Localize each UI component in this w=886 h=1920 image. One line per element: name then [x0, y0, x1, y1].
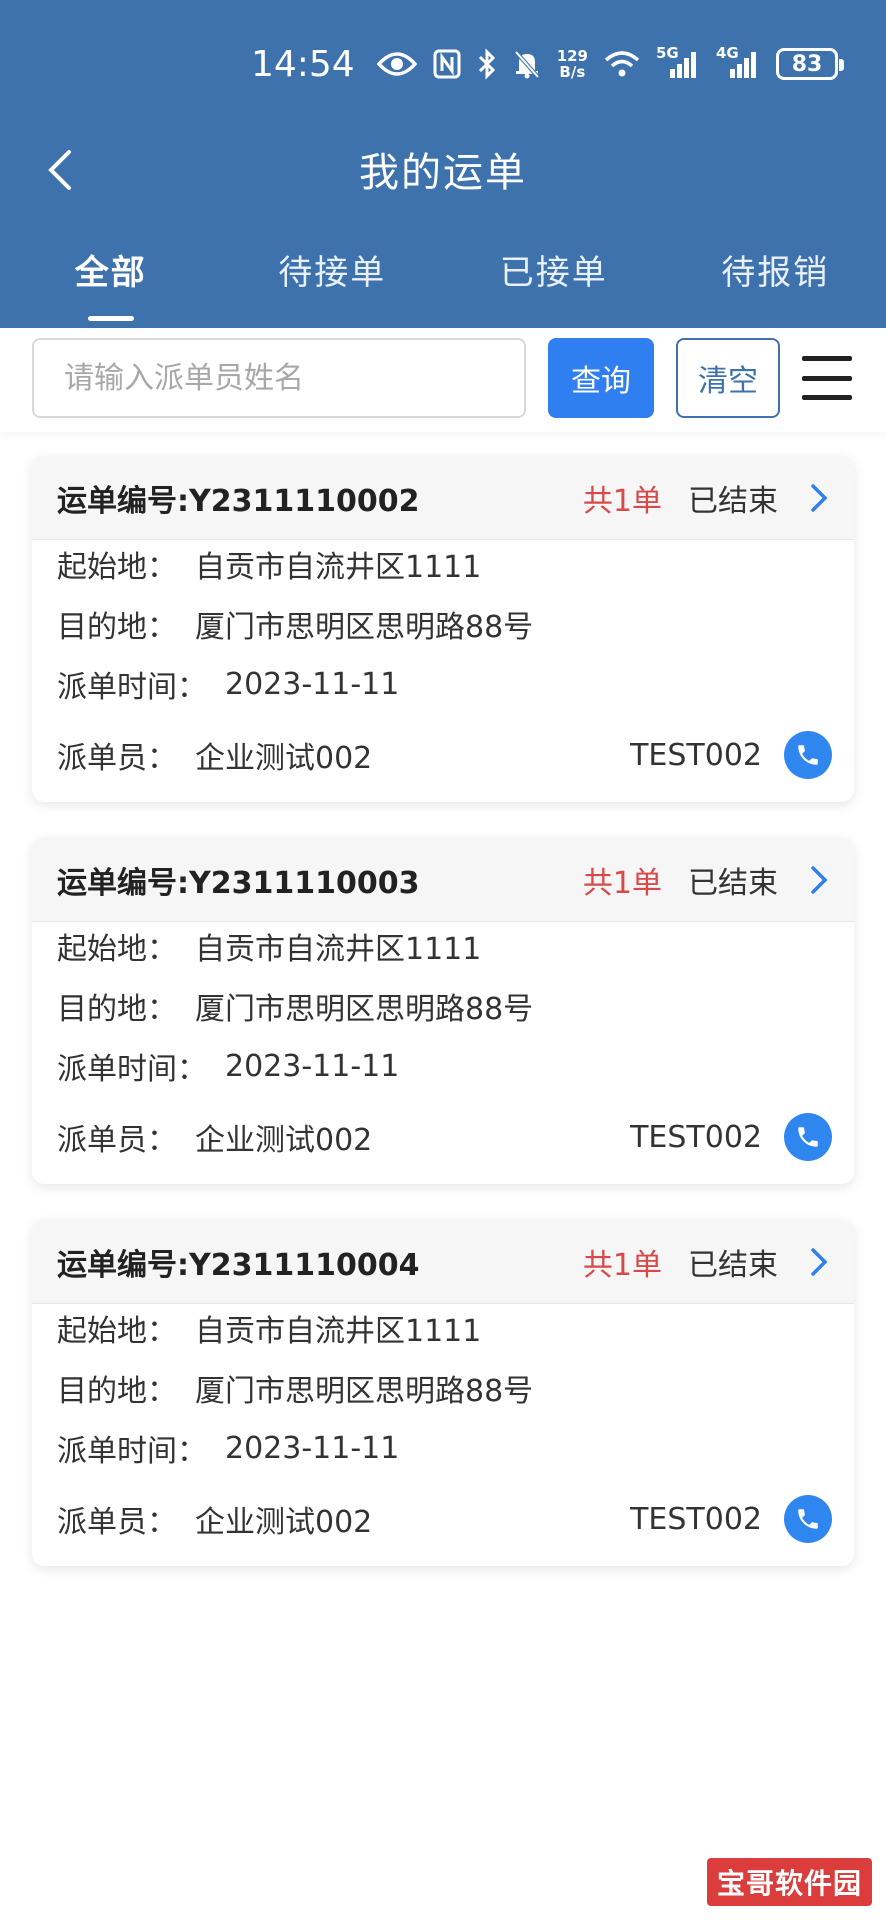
order-card-body: 起始地： 自贡市自流井区1111 目的地： 厦门市思明区思明路88号 派单时间：…: [32, 534, 854, 790]
dispatch-time-value: 2023-11-11: [225, 666, 400, 702]
tab-bar: 全部 待接单 已接单 待报销: [0, 245, 886, 325]
order-count: 共1单: [582, 1247, 662, 1283]
order-count: 共1单: [582, 483, 662, 519]
dispatcher-label: 派单员：: [57, 1123, 177, 1158]
dispatch-time-label: 派单时间：: [57, 670, 207, 705]
origin-value: 自贡市自流井区1111: [195, 550, 482, 585]
order-card-body: 起始地： 自贡市自流井区1111 目的地： 厦门市思明区思明路88号 派单时间：…: [32, 1298, 854, 1554]
order-card-header[interactable]: 运单编号:Y2311110004 共1单 已结束: [32, 1220, 854, 1304]
phone-call-button[interactable]: [784, 731, 832, 779]
origin-value: 自贡市自流井区1111: [195, 1314, 482, 1349]
dispatcher-label: 派单员：: [57, 1505, 177, 1540]
dispatcher-code: TEST002: [630, 1119, 762, 1155]
dispatch-time-row: 派单时间： 2023-11-11: [57, 1418, 832, 1478]
origin-value: 自贡市自流井区1111: [195, 932, 482, 967]
wifi-icon: [604, 50, 640, 78]
origin-label: 起始地：: [57, 1314, 177, 1349]
dispatcher-name: 企业测试002: [195, 1123, 373, 1158]
battery-icon: 83: [776, 48, 844, 80]
bluetooth-icon: [477, 48, 497, 80]
signal-5g-label: 5G: [656, 44, 679, 62]
chevron-right-icon[interactable]: [806, 481, 832, 515]
order-number: 运单编号:Y2311110002: [57, 483, 420, 519]
tab-pending-accept[interactable]: 待接单: [222, 245, 444, 325]
dispatcher-code: TEST002: [630, 737, 762, 773]
dispatcher-row: 派单员： 企业测试002 TEST002: [57, 1102, 832, 1172]
order-card[interactable]: 运单编号:Y2311110003 共1单 已结束 起始地： 自贡市自流井区111…: [32, 838, 854, 1184]
dispatcher-row: 派单员： 企业测试002 TEST002: [57, 1484, 832, 1554]
app-header: 14:54 129 B/s 5G 4G 83 我的运单 全部 待接单 已接单 待…: [0, 0, 886, 328]
destination-label: 目的地：: [57, 610, 177, 645]
origin-row: 起始地： 自贡市自流井区1111: [57, 534, 832, 594]
order-card-header[interactable]: 运单编号:Y2311110002 共1单 已结束: [32, 456, 854, 540]
phone-icon: [798, 1127, 818, 1147]
phone-icon: [798, 745, 818, 765]
order-status: 已结束: [688, 1247, 778, 1283]
chevron-right-icon[interactable]: [806, 863, 832, 897]
page-title: 我的运单: [359, 150, 527, 196]
order-card-header[interactable]: 运单编号:Y2311110003 共1单 已结束: [32, 838, 854, 922]
origin-label: 起始地：: [57, 932, 177, 967]
signal-4g-label: 4G: [716, 44, 739, 62]
list-menu-icon[interactable]: [802, 356, 852, 400]
dispatch-time-value: 2023-11-11: [225, 1430, 400, 1466]
status-time: 14:54: [250, 43, 355, 85]
signal-4g-icon: 4G: [716, 45, 760, 79]
chevron-right-icon[interactable]: [806, 1245, 832, 1279]
destination-value: 厦门市思明区思明路88号: [195, 992, 534, 1027]
site-watermark: 宝哥软件园: [706, 1858, 872, 1906]
tab-pending-reimburse[interactable]: 待报销: [665, 245, 886, 325]
destination-label: 目的地：: [57, 992, 177, 1027]
destination-value: 厦门市思明区思明路88号: [195, 610, 534, 645]
order-number: 运单编号:Y2311110004: [57, 1247, 420, 1283]
destination-value: 厦门市思明区思明路88号: [195, 1374, 534, 1409]
clear-button[interactable]: 清空: [676, 338, 780, 418]
dispatch-time-row: 派单时间： 2023-11-11: [57, 1036, 832, 1096]
order-list: 运单编号:Y2311110002 共1单 已结束 起始地： 自贡市自流井区111…: [32, 456, 854, 1602]
destination-row: 目的地： 厦门市思明区思明路88号: [57, 1358, 832, 1418]
origin-row: 起始地： 自贡市自流井区1111: [57, 1298, 832, 1358]
order-number: 运单编号:Y2311110003: [57, 865, 420, 901]
battery-level: 83: [791, 51, 823, 77]
order-count: 共1单: [582, 865, 662, 901]
phone-call-button[interactable]: [784, 1113, 832, 1161]
destination-row: 目的地： 厦门市思明区思明路88号: [57, 976, 832, 1036]
order-card[interactable]: 运单编号:Y2311110002 共1单 已结束 起始地： 自贡市自流井区111…: [32, 456, 854, 802]
dispatcher-search-input[interactable]: [32, 338, 526, 418]
origin-label: 起始地：: [57, 550, 177, 585]
search-bar: 查询 清空: [0, 328, 886, 432]
phone-icon: [798, 1509, 818, 1529]
origin-row: 起始地： 自贡市自流井区1111: [57, 916, 832, 976]
phone-call-button[interactable]: [784, 1495, 832, 1543]
signal-5g-icon: 5G: [656, 45, 700, 79]
dispatch-time-label: 派单时间：: [57, 1434, 207, 1469]
dispatch-time-value: 2023-11-11: [225, 1048, 400, 1084]
dispatch-time-label: 派单时间：: [57, 1052, 207, 1087]
query-button[interactable]: 查询: [548, 338, 654, 418]
order-card[interactable]: 运单编号:Y2311110004 共1单 已结束 起始地： 自贡市自流井区111…: [32, 1220, 854, 1566]
order-status: 已结束: [688, 865, 778, 901]
net-speed-unit: B/s: [559, 63, 586, 81]
dispatcher-row: 派单员： 企业测试002 TEST002: [57, 720, 832, 790]
dispatcher-label: 派单员：: [57, 741, 177, 776]
bell-muted-icon: [513, 49, 541, 79]
dispatch-time-row: 派单时间： 2023-11-11: [57, 654, 832, 714]
destination-row: 目的地： 厦门市思明区思明路88号: [57, 594, 832, 654]
destination-label: 目的地：: [57, 1374, 177, 1409]
dispatcher-code: TEST002: [630, 1501, 762, 1537]
tab-accepted[interactable]: 已接单: [443, 245, 665, 325]
eye-icon: [376, 50, 417, 78]
status-bar: 14:54 129 B/s 5G 4G 83: [250, 42, 844, 86]
dispatcher-name: 企业测试002: [195, 741, 373, 776]
order-status: 已结束: [688, 483, 778, 519]
tab-all[interactable]: 全部: [0, 245, 222, 325]
dispatcher-name: 企业测试002: [195, 1505, 373, 1540]
nfc-icon: [433, 49, 461, 79]
network-speed: 129 B/s: [557, 48, 588, 80]
order-card-body: 起始地： 自贡市自流井区1111 目的地： 厦门市思明区思明路88号 派单时间：…: [32, 916, 854, 1172]
